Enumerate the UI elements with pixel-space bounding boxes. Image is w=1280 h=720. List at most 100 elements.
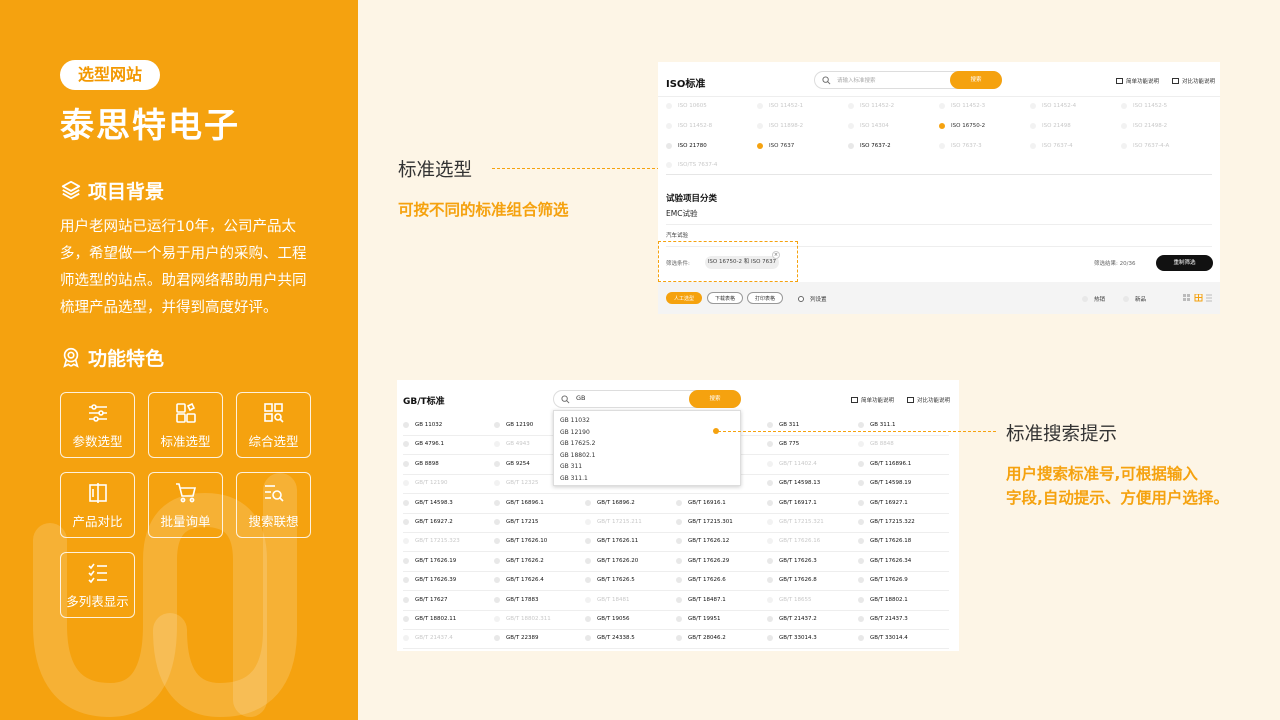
- simple-help-link[interactable]: 简单功能说明: [1116, 77, 1159, 85]
- standard-option[interactable]: ISO 7637-4: [1030, 143, 1073, 149]
- standard-option[interactable]: ISO 11452-3: [939, 103, 985, 109]
- standard-option[interactable]: GB/T 17626.20: [585, 557, 638, 564]
- new-filter-radio[interactable]: 新品: [1123, 295, 1146, 303]
- search-button[interactable]: 搜索: [689, 390, 741, 408]
- standard-option[interactable]: ISO 16750-2: [939, 123, 985, 129]
- sub-category-item[interactable]: 汽车试验: [666, 231, 688, 239]
- print-table-button[interactable]: 打印表格: [747, 292, 783, 304]
- standard-option[interactable]: GB/T 14598.3: [403, 499, 453, 506]
- manual-selection-button[interactable]: 人工选型: [666, 292, 702, 304]
- standard-option[interactable]: GB/T 22389: [494, 635, 539, 642]
- standard-option[interactable]: ISO/TS 7637-4: [666, 162, 717, 168]
- standard-option[interactable]: GB/T 16927.1: [858, 499, 908, 506]
- standard-option[interactable]: GB/T 17626.18: [858, 538, 911, 545]
- standard-option[interactable]: GB/T 17626.16: [767, 538, 820, 545]
- standard-option[interactable]: GB/T 18802.311: [494, 616, 551, 622]
- standard-option[interactable]: GB/T 16917.1: [767, 499, 817, 506]
- reset-filter-button[interactable]: 重制筛选: [1156, 255, 1213, 271]
- standard-option[interactable]: GB/T 21437.4: [403, 635, 453, 642]
- search-input[interactable]: 请输入标准搜索 搜索: [814, 71, 1002, 89]
- suggestion-item[interactable]: GB 18802.1: [560, 452, 595, 459]
- standard-option[interactable]: GB/T 17626.8: [767, 577, 817, 584]
- download-table-button[interactable]: 下载表格: [707, 292, 743, 304]
- standard-option[interactable]: GB/T 17626.10: [494, 538, 547, 545]
- standard-option[interactable]: GB 4796.1: [403, 441, 444, 448]
- standard-option[interactable]: GB/T 14598.13: [767, 480, 820, 487]
- standard-option[interactable]: ISO 11452-2: [848, 103, 894, 109]
- suggestion-item[interactable]: GB 311: [560, 463, 582, 470]
- standard-option[interactable]: ISO 21780: [666, 143, 707, 149]
- standard-option[interactable]: GB/T 21437.2: [767, 616, 817, 622]
- standard-option[interactable]: GB/T 18481: [585, 596, 630, 603]
- standard-option[interactable]: ISO 21498: [1030, 123, 1071, 129]
- standard-option[interactable]: GB/T 17626.3: [767, 557, 817, 564]
- standard-option[interactable]: GB/T 17626.12: [676, 538, 729, 545]
- standard-option[interactable]: ISO 7637-2: [848, 143, 891, 149]
- standard-option[interactable]: GB/T 17626.39: [403, 577, 456, 584]
- standard-option[interactable]: GB/T 17626.6: [676, 577, 726, 584]
- standard-option[interactable]: GB/T 18802.1: [858, 596, 908, 603]
- standard-option[interactable]: GB/T 17215: [494, 519, 539, 525]
- suggestion-item[interactable]: GB 11032: [560, 417, 590, 424]
- standard-option[interactable]: GB/T 17626.29: [676, 557, 729, 564]
- standard-option[interactable]: GB 9254: [494, 460, 530, 467]
- standard-option[interactable]: ISO 21498-2: [1121, 123, 1167, 129]
- standard-option[interactable]: GB/T 17215.321: [767, 519, 824, 525]
- category-item[interactable]: EMC试验: [666, 208, 697, 219]
- standard-option[interactable]: ISO 11452-5: [1121, 103, 1167, 109]
- standard-option[interactable]: GB/T 21437.3: [858, 616, 908, 622]
- compare-help-link[interactable]: 对比功能说明: [907, 396, 950, 404]
- search-input[interactable]: GB 搜索: [553, 390, 741, 408]
- standard-option[interactable]: GB/T 17626.19: [403, 557, 456, 564]
- search-button[interactable]: 搜索: [950, 71, 1002, 89]
- hot-filter-radio[interactable]: 热销: [1082, 295, 1105, 303]
- standard-option[interactable]: GB/T 17626.4: [494, 577, 544, 584]
- standard-option[interactable]: GB 11032: [403, 422, 442, 428]
- standard-option[interactable]: GB 8898: [403, 460, 439, 467]
- standard-option[interactable]: GB/T 17626.5: [585, 577, 635, 584]
- standard-option[interactable]: ISO 11898-2: [757, 123, 803, 129]
- standard-option[interactable]: GB/T 17215.211: [585, 519, 642, 525]
- standard-option[interactable]: GB/T 16896.2: [585, 499, 635, 506]
- standard-option[interactable]: GB 8848: [858, 441, 894, 448]
- standard-option[interactable]: GB/T 11402.4: [767, 460, 817, 467]
- standard-option[interactable]: GB 12190: [494, 422, 533, 428]
- standard-option[interactable]: GB/T 16916.1: [676, 499, 726, 506]
- standard-option[interactable]: ISO 10605: [666, 103, 707, 109]
- standard-option[interactable]: GB/T 17215.301: [676, 519, 733, 525]
- standard-option[interactable]: GB/T 17215.323: [403, 538, 460, 545]
- simple-help-link[interactable]: 简单功能说明: [851, 396, 894, 404]
- suggestion-item[interactable]: GB 12190: [560, 429, 590, 436]
- standard-option[interactable]: GB 311.1: [858, 422, 896, 428]
- standard-option[interactable]: GB/T 17626.11: [585, 538, 638, 545]
- view-toggle-icons[interactable]: [1183, 294, 1213, 302]
- standard-option[interactable]: GB/T 33014.3: [767, 635, 817, 642]
- standard-option[interactable]: ISO 11452-4: [1030, 103, 1076, 109]
- standard-option[interactable]: GB 4943: [494, 441, 530, 448]
- standard-option[interactable]: GB/T 12325: [494, 480, 539, 487]
- compare-help-link[interactable]: 对比功能说明: [1172, 77, 1215, 85]
- standard-option[interactable]: ISO 11452-8: [666, 123, 712, 129]
- standard-option[interactable]: GB/T 18655: [767, 596, 812, 603]
- standard-option[interactable]: GB 775: [767, 441, 799, 448]
- standard-option[interactable]: GB/T 18802.11: [403, 616, 456, 622]
- suggestion-item[interactable]: GB 311.1: [560, 475, 588, 482]
- standard-option[interactable]: ISO 14304: [848, 123, 889, 129]
- standard-option[interactable]: GB/T 28046.2: [676, 635, 726, 642]
- standard-option[interactable]: GB/T 14598.19: [858, 480, 911, 487]
- standard-option[interactable]: GB 311: [767, 422, 799, 428]
- standard-option[interactable]: GB/T 12190: [403, 480, 448, 487]
- column-settings-button[interactable]: 列设置: [798, 295, 827, 303]
- standard-option[interactable]: GB/T 18487.1: [676, 596, 726, 603]
- standard-option[interactable]: GB/T 17883: [494, 596, 539, 603]
- standard-option[interactable]: GB/T 17626.9: [858, 577, 908, 584]
- standard-option[interactable]: GB/T 17626.2: [494, 557, 544, 564]
- standard-option[interactable]: ISO 11452-1: [757, 103, 803, 109]
- standard-option[interactable]: ISO 7637: [757, 143, 794, 149]
- standard-option[interactable]: GB/T 19951: [676, 616, 721, 622]
- standard-option[interactable]: ISO 7637-4-A: [1121, 143, 1169, 149]
- standard-option[interactable]: GB/T 116896.1: [858, 460, 911, 467]
- suggestion-item[interactable]: GB 17625.2: [560, 440, 595, 447]
- standard-option[interactable]: GB/T 16927.2: [403, 519, 453, 525]
- standard-option[interactable]: GB/T 33014.4: [858, 635, 908, 642]
